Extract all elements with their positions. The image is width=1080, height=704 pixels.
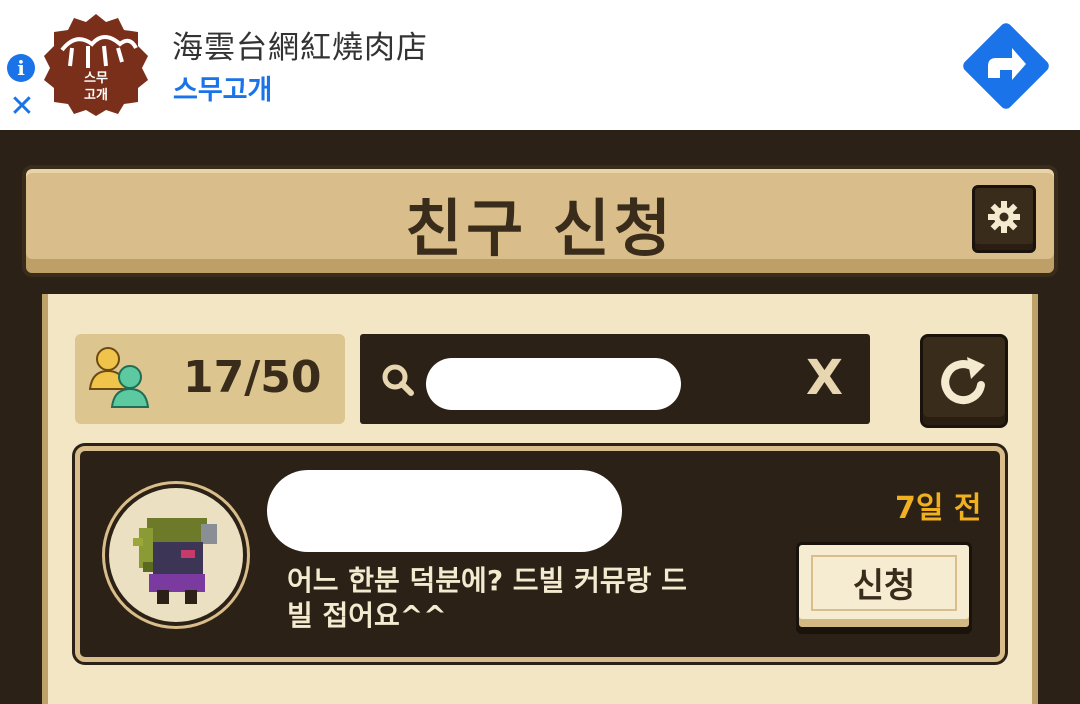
request-message: 어느 한분 덕분에? 드빌 커뮤랑 드빌 접어요^^ bbox=[287, 564, 687, 632]
request-time: 7일 전 bbox=[895, 491, 982, 526]
friend-count: 17/50 bbox=[183, 352, 322, 403]
avatar bbox=[105, 484, 247, 626]
request-button[interactable]: 신청 bbox=[796, 542, 972, 630]
info-icon[interactable]: i bbox=[7, 54, 35, 82]
ad-logo-text-1: 스무 bbox=[84, 71, 108, 86]
refresh-button[interactable] bbox=[920, 334, 1008, 428]
page-title: 친구 신청 bbox=[405, 192, 675, 265]
ad-banner[interactable]: i ✕ 스무 고개 海雲台網紅燒肉店 스무고개 bbox=[0, 0, 1080, 130]
ad-subtitle[interactable]: 스무고개 bbox=[173, 68, 272, 107]
gear-icon bbox=[988, 201, 1020, 233]
refresh-icon bbox=[941, 357, 985, 405]
requester-name bbox=[267, 470, 622, 552]
request-button-label: 신청 bbox=[852, 566, 916, 606]
directions-icon[interactable] bbox=[960, 20, 1052, 112]
close-icon[interactable]: ✕ bbox=[8, 92, 36, 122]
search-input[interactable] bbox=[426, 358, 681, 410]
ad-logo-text-2: 고개 bbox=[84, 88, 108, 103]
search-clear-button[interactable]: X bbox=[806, 350, 843, 406]
ad-title[interactable]: 海雲台網紅燒肉店 bbox=[172, 22, 428, 67]
character-avatar-image bbox=[133, 518, 217, 604]
friends-icon bbox=[88, 347, 150, 408]
search-icon bbox=[382, 364, 414, 396]
settings-button[interactable] bbox=[972, 185, 1036, 253]
ad-logo[interactable]: 스무 고개 bbox=[42, 10, 150, 118]
